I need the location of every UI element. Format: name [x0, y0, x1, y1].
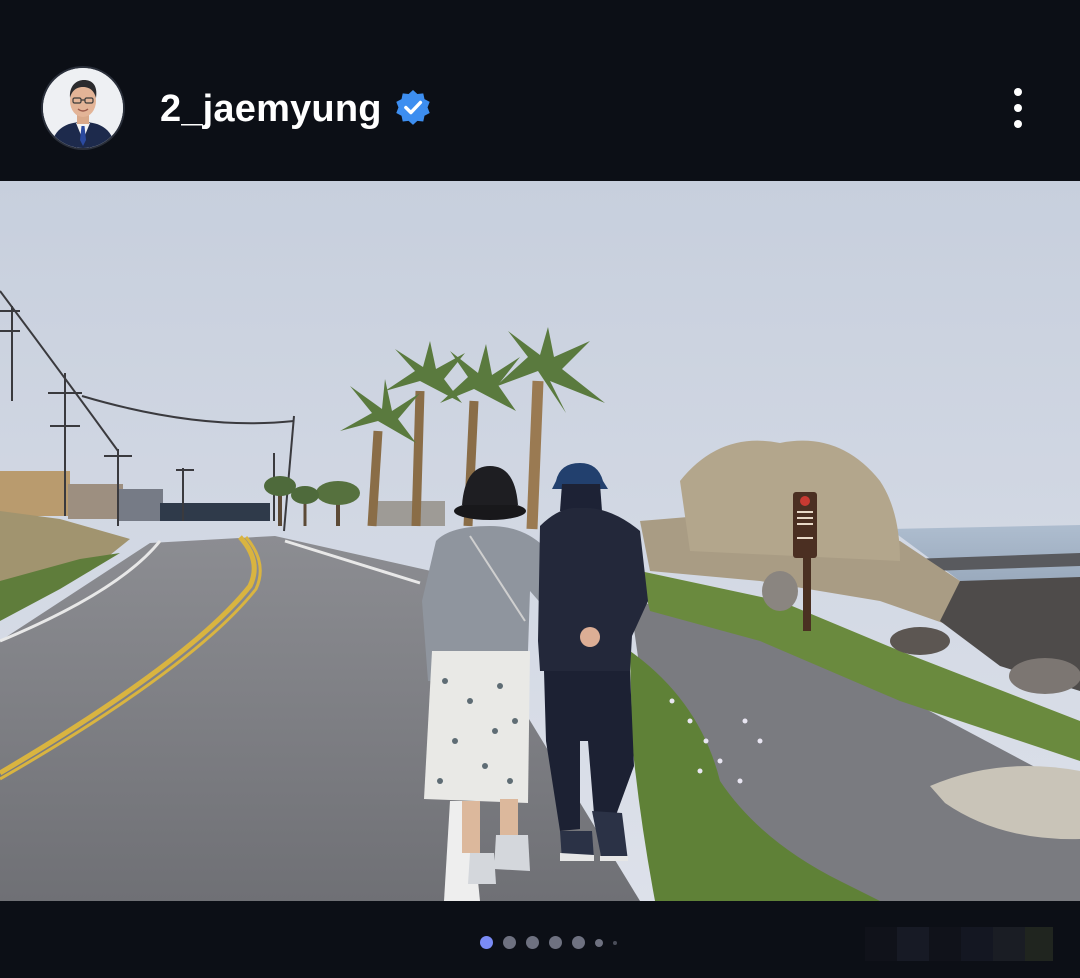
verified-badge-icon [396, 89, 430, 125]
footer-block [993, 927, 1025, 961]
avatar-portrait-icon [43, 68, 123, 148]
post-footer [0, 901, 1080, 978]
carousel-dot [549, 936, 562, 949]
more-dot-icon [1014, 88, 1022, 96]
footer-block [929, 927, 961, 961]
carousel-indicator [480, 936, 617, 949]
coastal-walk-scene [0, 181, 1080, 901]
footer-artifact [865, 927, 1053, 961]
post-header: 2_jaemyung [0, 0, 1080, 181]
carousel-dot-active [480, 936, 493, 949]
carousel-dot [503, 936, 516, 949]
footer-block [961, 927, 993, 961]
footer-block [1025, 927, 1053, 961]
carousel-dot [572, 936, 585, 949]
more-dot-icon [1014, 104, 1022, 112]
footer-block [897, 927, 929, 961]
post-photo[interactable] [0, 181, 1080, 901]
profile-avatar[interactable] [43, 68, 123, 148]
carousel-dot [526, 936, 539, 949]
more-dot-icon [1014, 120, 1022, 128]
carousel-dot [595, 938, 603, 947]
carousel-dot [613, 940, 617, 945]
post-username[interactable]: 2_jaemyung [160, 86, 382, 132]
more-options-button[interactable] [998, 82, 1038, 134]
instagram-post-frame: 2_jaemyung [0, 0, 1080, 978]
footer-block [865, 927, 897, 961]
